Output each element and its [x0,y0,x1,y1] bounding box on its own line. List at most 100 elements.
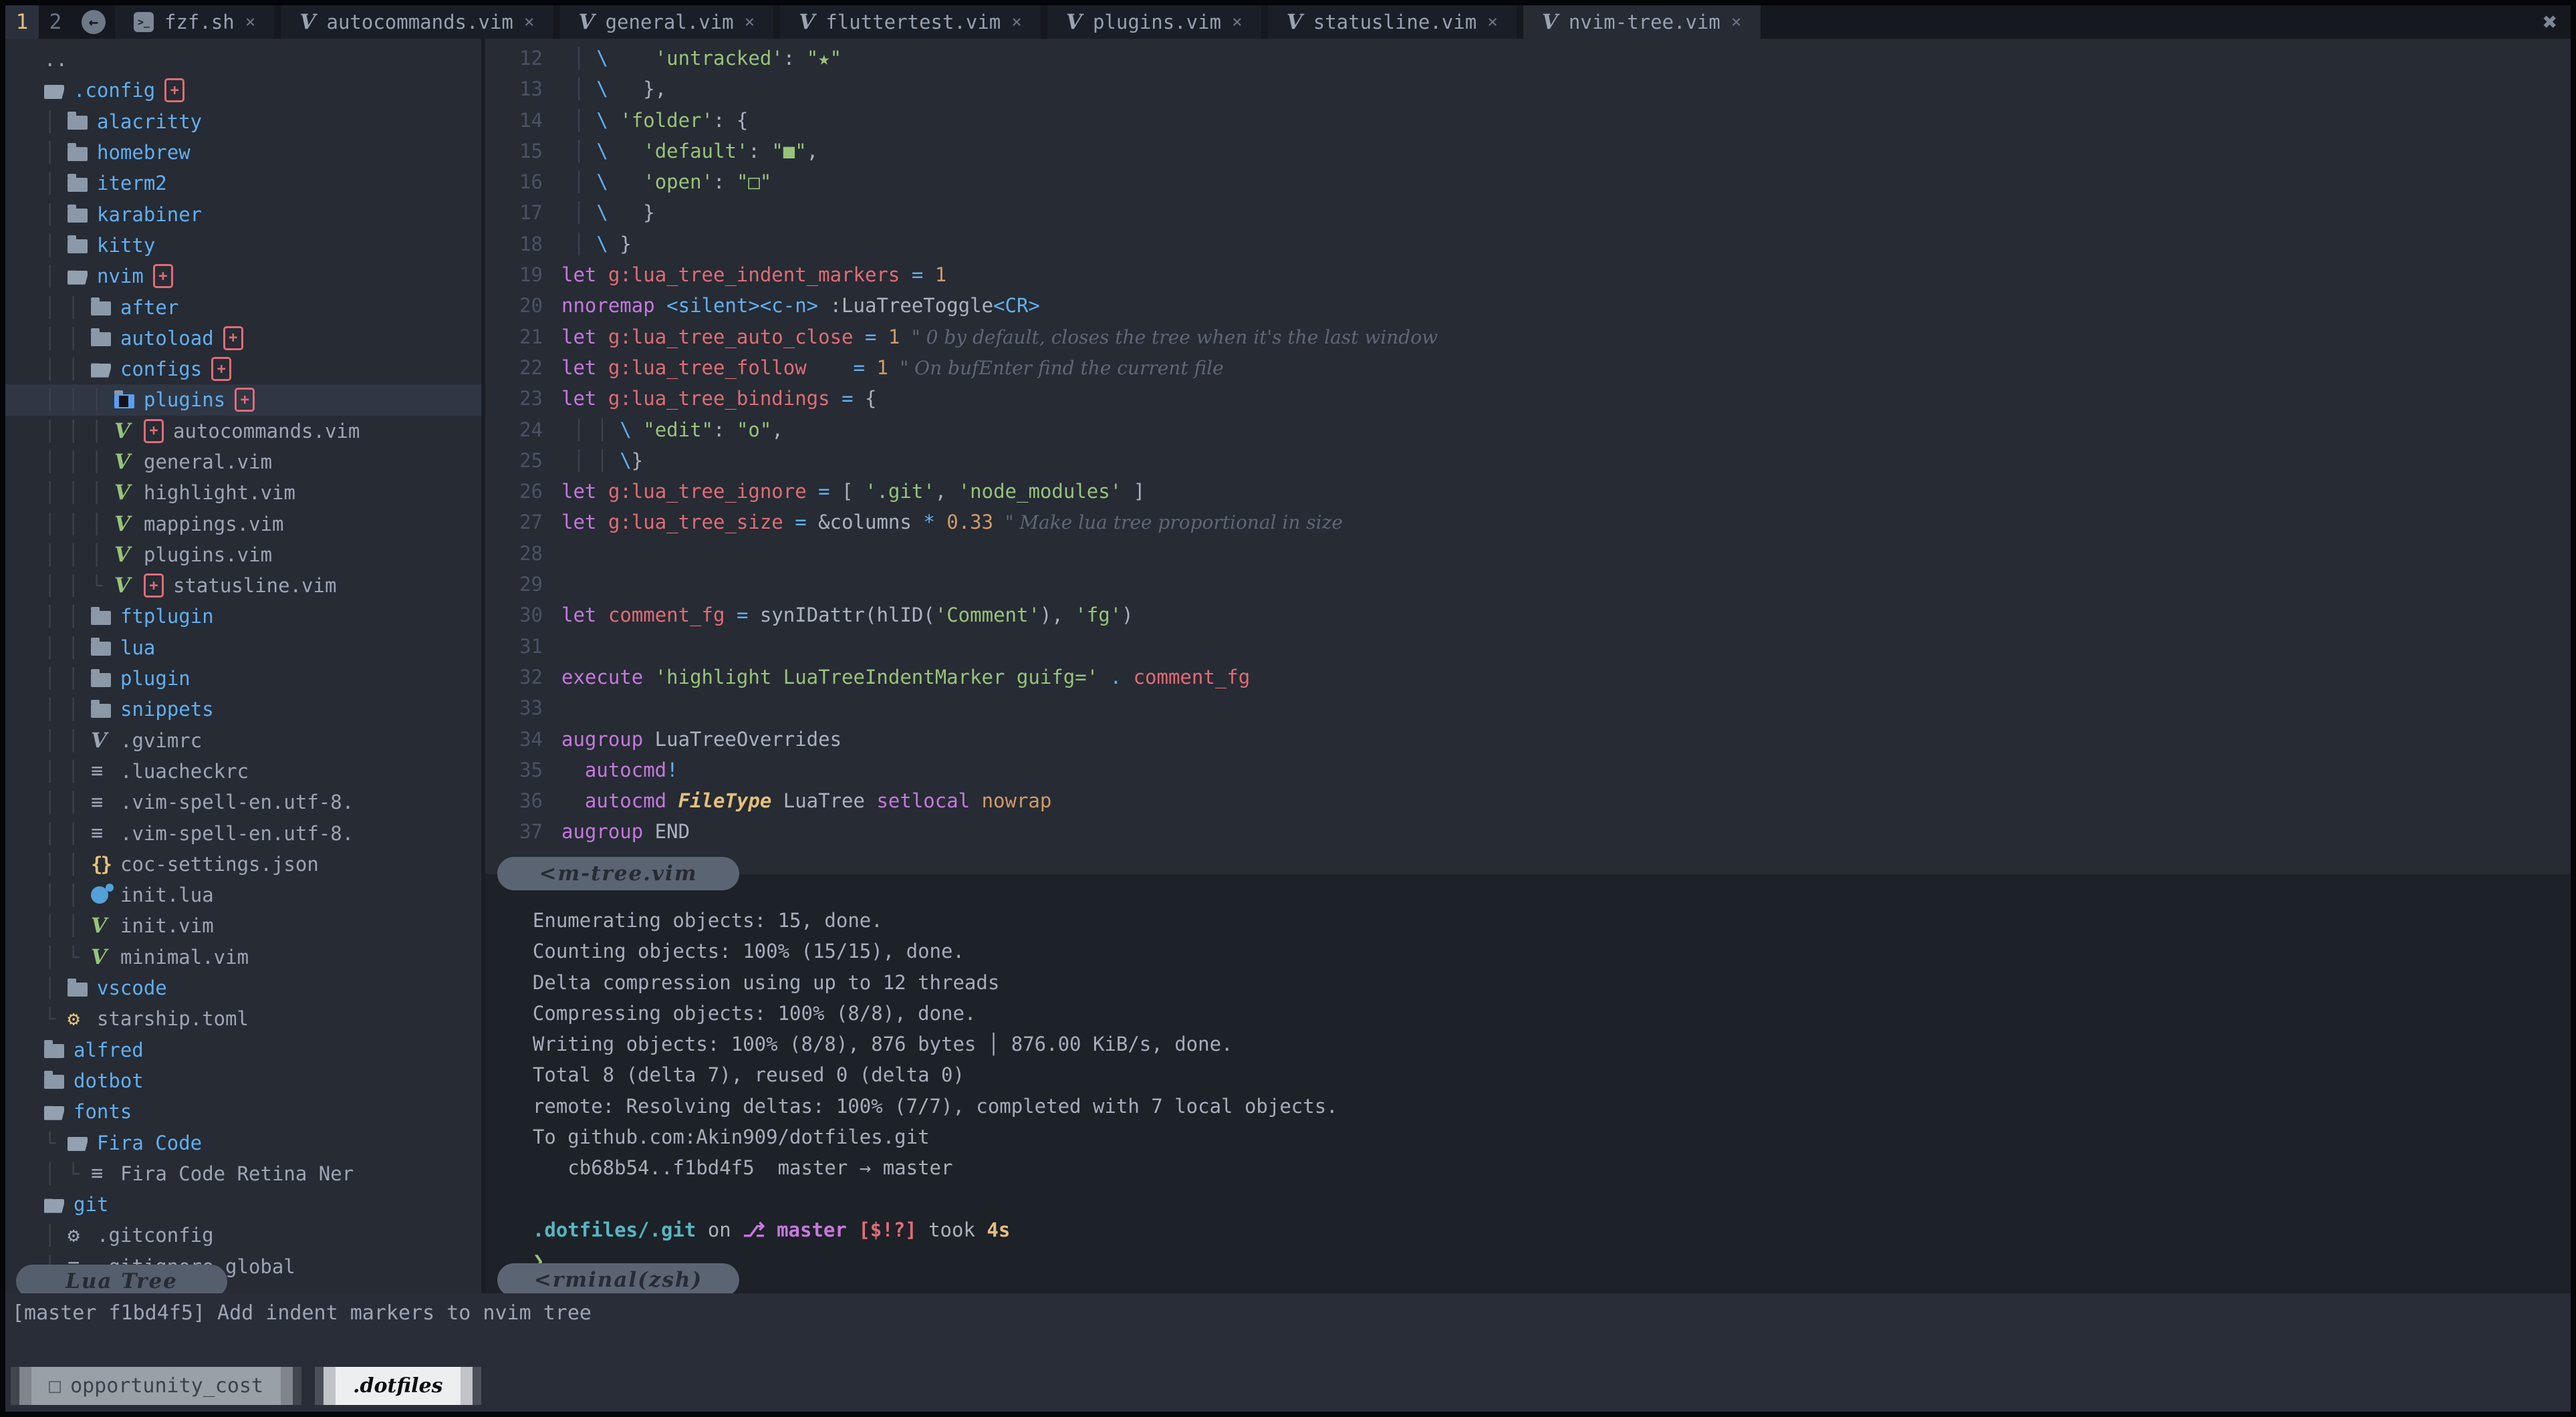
tree-item-icon-wrap [91,361,120,378]
tree-item-dotbot[interactable]: dotbot [5,1065,481,1096]
buffer-tab-statusline.vim[interactable]: Vstatusline.vim× [1268,5,1517,39]
tree-item-git[interactable]: git [5,1189,481,1220]
tree-item-karabiner[interactable]: │karabiner [5,199,481,229]
code-line-text: let g:lua_tree_bindings = { [561,383,876,414]
tree-item-configs[interactable]: ││configs+ [5,354,481,384]
vim-file-icon: V [114,512,130,536]
vim-file-icon: V [579,10,595,34]
folder-icon [91,332,111,346]
tree-item-.gvimrc[interactable]: ││V.gvimrc [5,725,481,756]
tree-item-icon-wrap: {} [91,853,120,876]
tree-item-init.lua[interactable]: ││init.lua [5,880,481,910]
tree-item-label: fonts [74,1100,132,1123]
tree-item-after[interactable]: ││after [5,291,481,322]
back-circle-icon[interactable]: ← [82,10,106,34]
tree-item-.config[interactable]: .config+ [5,75,481,106]
code-line-text: │ \ }, [561,74,666,104]
tree-item-.vim-spell-en.utf-8.[interactable]: ││≡.vim-spell-en.utf-8. [5,817,481,848]
tree-item-alacritty[interactable]: │alacritty [5,106,481,137]
code-line: 32execute 'highlight LuaTreeIndentMarker… [485,662,2571,692]
tabpage-1[interactable]: 1 [5,5,39,39]
tree-item-autocommands.vim[interactable]: │││V+autocommands.vim [5,416,481,446]
tree-item-Fira-Code-Retina-Ner[interactable]: │└≡Fira Code Retina Ner [5,1158,481,1189]
tree-item-alfred[interactable]: alfred [5,1035,481,1065]
tree-item-ftplugin[interactable]: ││ftplugin [5,601,481,632]
tree-item-label: .config [74,79,155,102]
buffer-close-icon[interactable]: × [524,12,535,32]
tree-item-iterm2[interactable]: │iterm2 [5,168,481,199]
folder-icon [68,239,88,253]
message-area: [master f1bd4f5] Add indent markers to n… [5,1293,2571,1412]
tree-indent-guide: │ [44,977,68,999]
code-line-text: autocmd FileType LuaTree setlocal nowrap [561,785,1051,816]
tree-indent-guide: │ [68,420,91,442]
terminal-line: Writing objects: 100% (8/8), 876 bytes │… [485,1029,2571,1059]
tree-item-general.vim[interactable]: │││Vgeneral.vim [5,446,481,477]
tree-item-.gitconfig[interactable]: │⚙.gitconfig [5,1220,481,1251]
tree-item-lua[interactable]: ││lua [5,632,481,663]
terminal-line [485,1184,2571,1214]
tree-item-snippets[interactable]: ││snippets [5,694,481,725]
tree-item-kitty[interactable]: │kitty [5,230,481,261]
tree-item-label: coc-settings.json [120,853,319,876]
close-all-icon[interactable]: ✖ [2529,9,2571,36]
code-line: 33 [485,692,2571,723]
buffer-tab-general.vim[interactable]: Vgeneral.vim × [560,5,774,39]
buffer-tab-fluttertest.vim[interactable]: Vfluttertest.vim× [780,5,1041,39]
tree-indent-guide: │ [44,450,68,473]
tree-item-.luacheckrc[interactable]: ││≡.luacheckrc [5,756,481,787]
editor-pane[interactable]: 12 │ \ 'untracked': "★"13 │ \ },14 │ \ '… [485,39,2571,878]
tree-item-label: .gitconfig [97,1224,214,1247]
tree-item-highlight.vim[interactable]: │││Vhighlight.vim [5,477,481,508]
tree-item-icon-wrap: V [91,945,120,969]
buffer-tab-autocommands.vim[interactable]: Vautocommands.vim× [281,5,553,39]
tmux-window-.dotfiles[interactable]: .dotfiles [315,1367,481,1405]
code-line: 31 [485,631,2571,662]
tabpage-2[interactable]: 2 [39,5,72,39]
tree-indent-guide: │ [68,358,91,380]
tree-item-plugins[interactable]: │││plugins+ [5,384,481,415]
tree-item-label: plugin [120,667,190,690]
line-number: 22 [485,352,561,383]
buffer-close-icon[interactable]: × [245,12,256,32]
tree-item-autoload[interactable]: ││autoload+ [5,323,481,354]
buffer-close-icon[interactable]: × [1232,12,1243,32]
buffer-tab-fzf.sh[interactable]: >_fzf.sh× [115,5,274,39]
tree-item-icon-wrap [91,639,120,656]
terminal-pane[interactable]: Enumerating objects: 15, done. Counting … [485,874,2571,1324]
file-tree-pane[interactable]: ...config+│alacritty│homebrew│iterm2│kar… [5,39,481,1299]
buffer-close-icon[interactable]: × [1731,12,1742,32]
tree-item-nvim[interactable]: │nvim+ [5,261,481,291]
tree-item-mappings.vim[interactable]: │││Vmappings.vim [5,508,481,539]
buffer-tab-nvim-tree.vim[interactable]: Vnvim-tree.vim× [1523,5,1761,39]
terminal-line: Delta compression using up to 12 threads [485,967,2571,998]
tree-item-starship.toml[interactable]: └⚙starship.toml [5,1003,481,1034]
tree-item-fonts[interactable]: fonts [5,1096,481,1127]
buffer-close-icon[interactable]: × [745,12,755,32]
tree-item-homebrew[interactable]: │homebrew [5,137,481,168]
gear-icon: ⚙ [68,1007,80,1031]
prompt-cursor-line[interactable]: ❯ [485,1245,2571,1276]
tree-item-vscode[interactable]: │vscode [5,973,481,1003]
folder-icon [91,301,111,315]
tree-item-minimal.vim[interactable]: │└Vminimal.vim [5,942,481,973]
tree-item-coc-settings.json[interactable]: ││{}coc-settings.json [5,849,481,880]
line-number: 37 [485,816,561,847]
tree-item-statusline.vim[interactable]: ││└V+statusline.vim [5,570,481,601]
tree-item-Fira-Code[interactable]: └Fira Code [5,1127,481,1158]
tree-item-..[interactable]: .. [5,44,481,75]
buffer-close-icon[interactable]: × [1011,12,1022,32]
buffer-tab-label: general.vim [606,11,734,33]
terminal-line: Counting objects: 100% (15/15), done. [485,936,2571,967]
buffer-tab-plugins.vim[interactable]: Vplugins.vim× [1047,5,1261,39]
tree-item-icon-wrap: ⚙ [68,1007,97,1031]
tree-item-.vim-spell-en.utf-8.[interactable]: ││≡.vim-spell-en.utf-8. [5,787,481,817]
tree-item-label: .vim-spell-en.utf-8. [120,822,354,845]
tree-item-plugin[interactable]: ││plugin [5,663,481,694]
buffer-close-icon[interactable]: × [1487,12,1498,32]
vim-file-icon: V [1542,10,1558,34]
tmux-window-opportunity_cost[interactable]: □opportunity_cost [11,1367,301,1405]
tree-item-init.vim[interactable]: ││Vinit.vim [5,910,481,941]
tree-item-icon-wrap [68,268,97,285]
tree-item-plugins.vim[interactable]: │││Vplugins.vim [5,539,481,570]
